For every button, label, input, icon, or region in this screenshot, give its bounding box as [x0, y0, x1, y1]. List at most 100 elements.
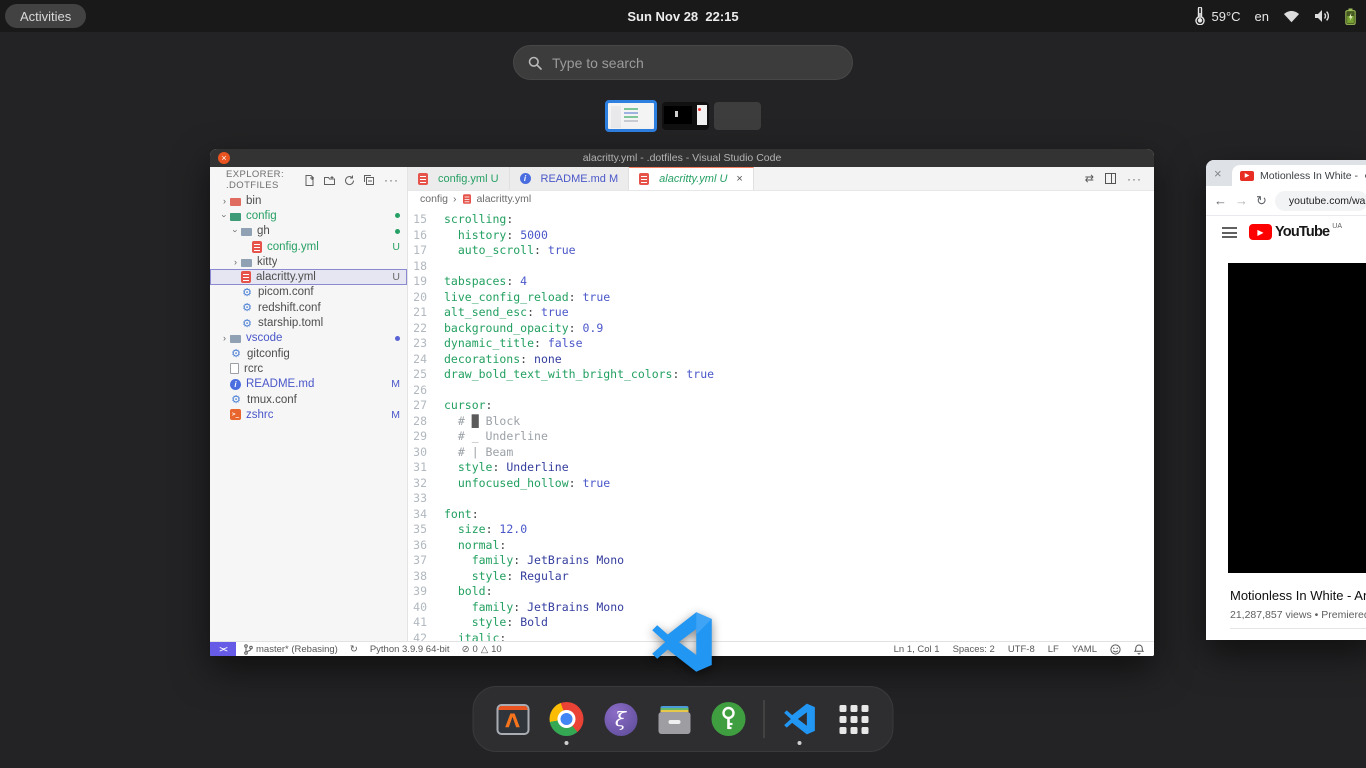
chrome-window[interactable]: × ▶ Motionless In White - / ← → ↻ youtub… — [1206, 160, 1366, 640]
code-line[interactable]: 34font: — [408, 507, 1154, 523]
code-line[interactable]: 22background_opacity: 0.9 — [408, 321, 1154, 337]
code-line[interactable]: 23dynamic_title: false — [408, 336, 1154, 352]
window-close-button[interactable]: × — [218, 152, 230, 164]
editor-more-actions-icon[interactable]: ··· — [1127, 172, 1142, 186]
tree-item-starship.toml[interactable]: ⚙starship.toml — [210, 315, 407, 330]
code-line[interactable]: 39 bold: — [408, 584, 1154, 600]
dock-app-vscode[interactable] — [781, 695, 819, 743]
back-button[interactable]: ← — [1214, 193, 1227, 208]
tree-item-redshift.conf[interactable]: ⚙redshift.conf — [210, 300, 407, 315]
sync-status[interactable]: ↻ — [350, 644, 358, 655]
code-line[interactable]: 33 — [408, 491, 1154, 507]
indentation-status[interactable]: Spaces: 2 — [953, 644, 995, 655]
tree-item-gitconfig[interactable]: ⚙gitconfig — [210, 346, 407, 361]
problems-status[interactable]: ⊘ 0 △ 10 — [462, 644, 502, 655]
code-line[interactable]: 35 size: 12.0 — [408, 522, 1154, 538]
tree-item-vscode[interactable]: ›vscode — [210, 331, 407, 346]
code-line[interactable]: 29 # _ Underline — [408, 429, 1154, 445]
editor-tab-alacritty.yml[interactable]: alacritty.yml U× — [629, 167, 754, 190]
tree-item-picom.conf[interactable]: ⚙picom.conf — [210, 285, 407, 300]
tree-item-bin[interactable]: ›bin — [210, 193, 407, 208]
code-line[interactable]: 30 # | Beam — [408, 445, 1154, 461]
python-version-status[interactable]: Python 3.9.9 64-bit — [370, 644, 450, 655]
workspace-thumbnail-empty[interactable] — [714, 102, 761, 130]
code-line[interactable]: 28 # █ Block — [408, 414, 1154, 430]
explorer-more-actions-icon[interactable]: ··· — [384, 173, 399, 187]
dock-app-grid[interactable] — [835, 695, 873, 743]
reload-button[interactable]: ↻ — [1256, 193, 1267, 209]
code-line[interactable]: 19tabspaces: 4 — [408, 274, 1154, 290]
activities-button[interactable]: Activities — [5, 4, 86, 28]
forward-button[interactable]: → — [1235, 193, 1248, 208]
dock-app-files[interactable] — [656, 695, 694, 743]
breadcrumb-file[interactable]: alacritty.yml — [477, 193, 532, 205]
eol-status[interactable]: LF — [1048, 644, 1059, 655]
code-line[interactable]: 26 — [408, 383, 1154, 399]
code-line[interactable]: 25draw_bold_text_with_bright_colors: tru… — [408, 367, 1154, 383]
tree-item-alacritty.yml[interactable]: alacritty.ymlU — [210, 269, 407, 284]
tree-item-gh[interactable]: ›gh — [210, 224, 407, 239]
breadcrumb-folder[interactable]: config — [420, 193, 448, 205]
split-editor-icon[interactable] — [1105, 173, 1116, 184]
tree-item-config[interactable]: ›config — [210, 208, 407, 223]
youtube-logo[interactable]: ▶ YouTube UA — [1249, 224, 1342, 240]
code-line[interactable]: 27cursor: — [408, 398, 1154, 414]
code-editor[interactable]: 15scrolling:16 history: 500017 auto_scro… — [408, 207, 1154, 641]
menu-icon[interactable] — [1222, 227, 1237, 238]
editor-tab-config.yml[interactable]: config.yml U — [408, 167, 510, 190]
tree-item-kitty[interactable]: ›kitty — [210, 254, 407, 269]
refresh-icon[interactable] — [344, 175, 355, 186]
code-line[interactable]: 40 family: JetBrains Mono — [408, 600, 1154, 616]
tab-close-icon[interactable]: × — [1214, 166, 1222, 181]
breadcrumb[interactable]: config › alacritty.yml — [408, 191, 1154, 207]
dock-app-alacritty[interactable]: Λ — [494, 695, 532, 743]
code-line[interactable]: 21alt_send_esc: true — [408, 305, 1154, 321]
code-line[interactable]: 18 — [408, 259, 1154, 275]
code-line[interactable]: 41 style: Bold — [408, 615, 1154, 631]
workspace-thumbnail-youtube[interactable] — [662, 102, 709, 130]
tree-item-config.yml[interactable]: config.ymlU — [210, 239, 407, 254]
language-mode-status[interactable]: YAML — [1072, 644, 1097, 655]
code-line[interactable]: 36 normal: — [408, 538, 1154, 554]
git-branch-status[interactable]: master* (Rebasing) — [244, 644, 338, 655]
chrome-active-tab[interactable]: ▶ Motionless In White - / — [1232, 165, 1366, 186]
editor-tab-README.md[interactable]: iREADME.md M — [510, 167, 630, 190]
open-changes-icon[interactable]: ⇄ — [1085, 172, 1094, 185]
remote-indicator[interactable]: >< — [210, 642, 236, 656]
tree-item-README.md[interactable]: iREADME.mdM — [210, 377, 407, 392]
system-status-area[interactable]: 59°C en — [1195, 0, 1356, 32]
tree-item-rcrc[interactable]: rcrc — [210, 361, 407, 376]
code-line[interactable]: 24decorations: none — [408, 352, 1154, 368]
notifications-bell-icon[interactable] — [1134, 644, 1144, 655]
code-line[interactable]: 16 history: 5000 — [408, 228, 1154, 244]
tab-close-icon[interactable]: × — [736, 173, 742, 185]
search-input[interactable]: Type to search — [513, 45, 853, 80]
vscode-window[interactable]: × alacritty.yml - .dotfiles - Visual Stu… — [210, 149, 1154, 656]
code-line[interactable]: 37 family: JetBrains Mono — [408, 553, 1154, 569]
clock[interactable]: Sun Nov 28 22:15 — [627, 9, 738, 24]
vscode-app-badge-icon[interactable] — [651, 611, 713, 673]
encoding-status[interactable]: UTF-8 — [1008, 644, 1035, 655]
tree-item-tmux.conf[interactable]: ⚙tmux.conf — [210, 392, 407, 407]
code-line[interactable]: 20live_config_reload: true — [408, 290, 1154, 306]
dock-app-chrome[interactable] — [548, 695, 586, 743]
code-line[interactable]: 42 italic: — [408, 631, 1154, 642]
video-player[interactable] — [1228, 263, 1366, 573]
cursor-position-status[interactable]: Ln 1, Col 1 — [894, 644, 940, 655]
collapse-folders-icon[interactable] — [364, 175, 375, 186]
dock-app-emacs[interactable]: ξ — [602, 695, 640, 743]
code-line[interactable]: 17 auto_scroll: true — [408, 243, 1154, 259]
address-bar[interactable]: youtube.com/wa — [1275, 191, 1366, 211]
workspace-thumbnail-active[interactable] — [605, 100, 657, 132]
code-line[interactable]: 15scrolling: — [408, 212, 1154, 228]
tree-item-zshrc[interactable]: >_zshrcM — [210, 407, 407, 422]
new-file-icon[interactable] — [304, 175, 315, 186]
code-line[interactable]: 32 unfocused_hollow: true — [408, 476, 1154, 492]
keyboard-layout-indicator[interactable]: en — [1255, 9, 1269, 24]
new-folder-icon[interactable] — [324, 175, 335, 186]
code-line[interactable]: 31 style: Underline — [408, 460, 1154, 476]
code-line[interactable]: 38 style: Regular — [408, 569, 1154, 585]
dock-app-keepassxc[interactable] — [710, 695, 748, 743]
vscode-titlebar[interactable]: × alacritty.yml - .dotfiles - Visual Stu… — [210, 149, 1154, 167]
feedback-icon[interactable] — [1110, 644, 1121, 655]
